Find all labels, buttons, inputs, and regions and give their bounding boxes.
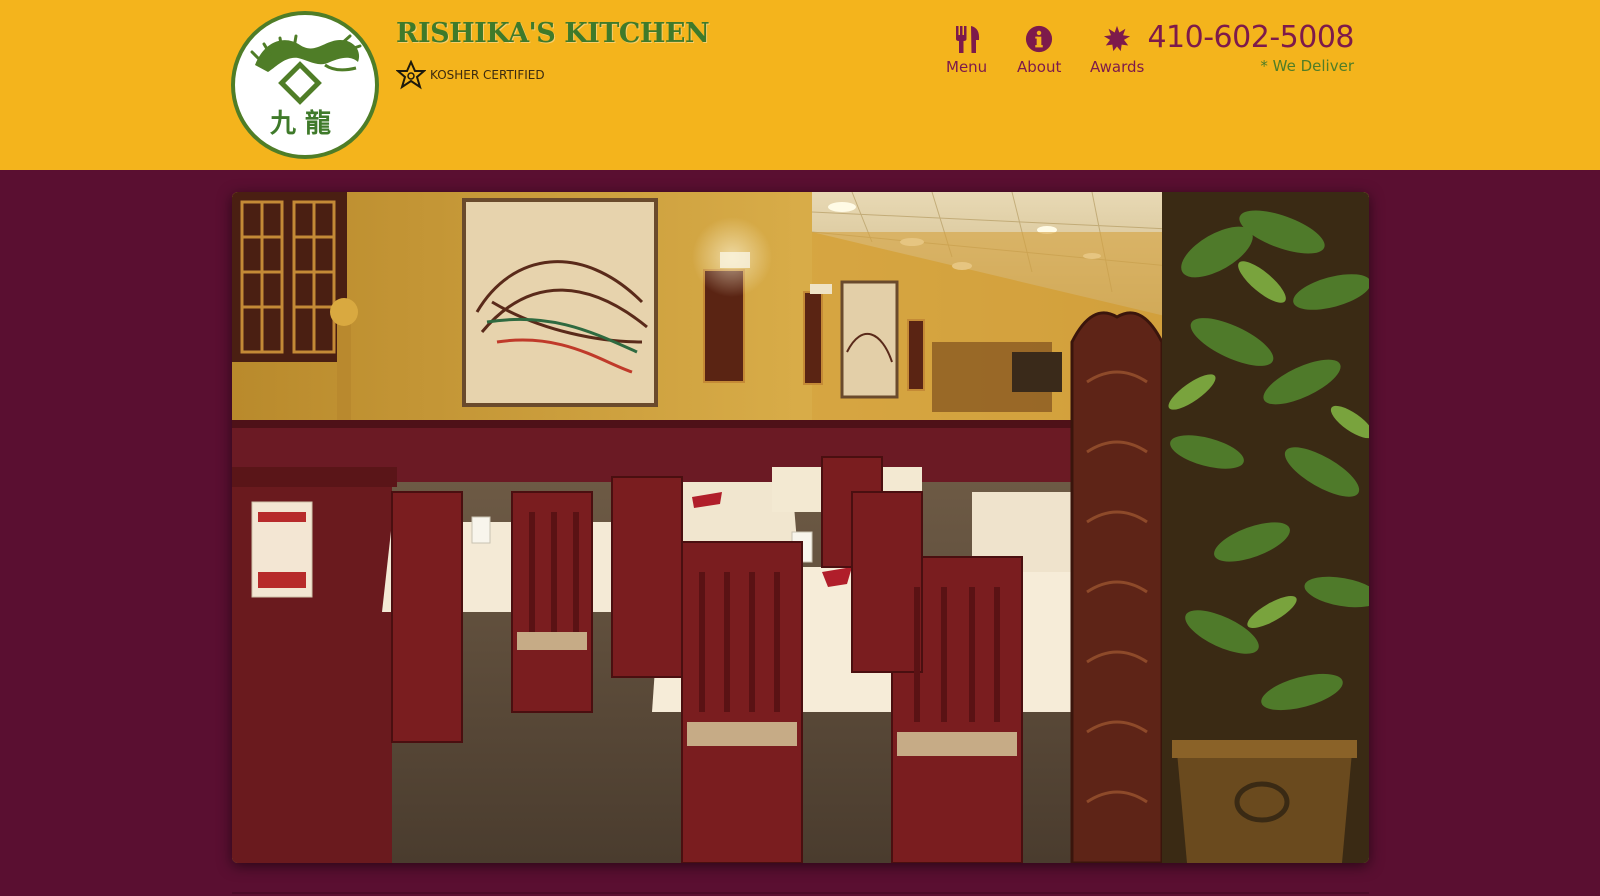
nav-item-awards[interactable]: Awards xyxy=(1090,24,1144,76)
logo-characters: 九 龍 xyxy=(269,108,331,139)
kosher-label: KOSHER CERTIFIED xyxy=(430,68,545,82)
restaurant-dining-room-image xyxy=(232,192,1369,863)
info-circle-icon xyxy=(1026,25,1053,53)
hero-photo xyxy=(232,192,1369,863)
star-of-david-icon xyxy=(396,60,426,90)
utensils-icon xyxy=(955,26,979,53)
footer-divider xyxy=(232,892,1369,894)
nav-item-about[interactable]: About xyxy=(1017,24,1061,76)
delivery-note: * We Deliver xyxy=(1260,57,1354,75)
starburst-icon xyxy=(1104,25,1131,52)
phone-number[interactable]: 410-602-5008 xyxy=(1147,20,1354,55)
brand-title[interactable]: RISHIKA'S KITCHEN xyxy=(396,18,710,49)
site-header: 九 龍 RISHIKA'S KITCHEN KOSHER CERTIFIED M… xyxy=(0,0,1600,170)
nav-label-about: About xyxy=(1017,58,1062,76)
kosher-badge: KOSHER CERTIFIED xyxy=(396,60,545,90)
dragon-logo[interactable]: 九 龍 xyxy=(230,10,380,160)
nav-item-menu[interactable]: Menu xyxy=(946,24,987,76)
nav-label-menu: Menu xyxy=(946,58,988,76)
nav-label-awards: Awards xyxy=(1090,58,1145,76)
